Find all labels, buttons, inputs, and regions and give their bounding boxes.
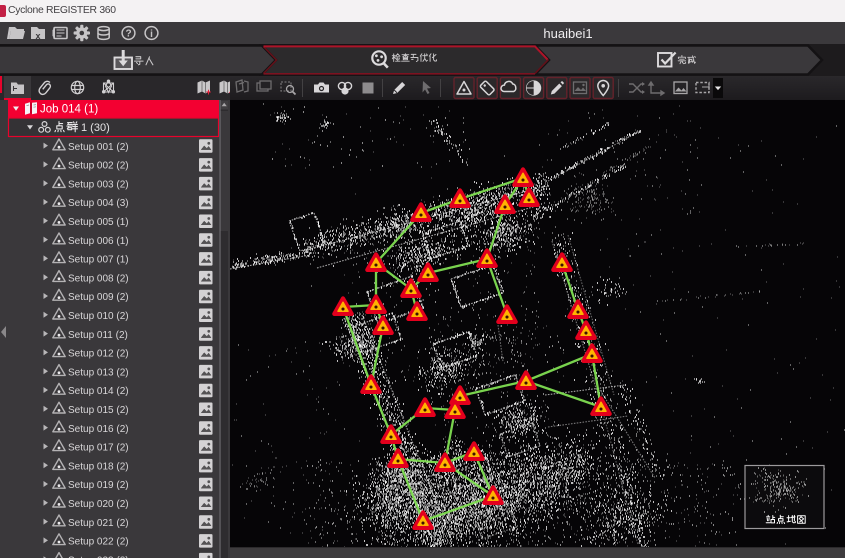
svg-text:Setup 004 (3): Setup 004 (3) bbox=[68, 198, 129, 209]
svg-text:Setup 010 (2): Setup 010 (2) bbox=[68, 311, 129, 322]
svg-text:Setup 020 (2): Setup 020 (2) bbox=[68, 499, 129, 510]
svg-text:Setup 015 (2): Setup 015 (2) bbox=[68, 405, 129, 416]
svg-text:+: + bbox=[206, 87, 211, 97]
svg-text:Setup 006 (1): Setup 006 (1) bbox=[68, 236, 129, 247]
svg-text:Setup 002 (2): Setup 002 (2) bbox=[68, 161, 129, 172]
svg-text:Setup 009 (2): Setup 009 (2) bbox=[68, 292, 129, 303]
svg-text:Setup 016 (2): Setup 016 (2) bbox=[68, 424, 129, 435]
svg-text:Setup 012 (2): Setup 012 (2) bbox=[68, 349, 129, 360]
svg-text:Setup 019 (2): Setup 019 (2) bbox=[68, 480, 129, 491]
svg-text:Setup 017 (2): Setup 017 (2) bbox=[68, 443, 129, 454]
svg-text:1 (30): 1 (30) bbox=[81, 122, 110, 134]
svg-text:Setup 003 (2): Setup 003 (2) bbox=[68, 179, 129, 190]
svg-text:Setup 001 (2): Setup 001 (2) bbox=[68, 142, 129, 153]
svg-text:Setup 022 (2): Setup 022 (2) bbox=[68, 537, 129, 548]
svg-text:Setup 008 (2): Setup 008 (2) bbox=[68, 273, 129, 284]
svg-text:Setup 014 (2): Setup 014 (2) bbox=[68, 386, 129, 397]
svg-text:Setup 007 (1): Setup 007 (1) bbox=[68, 255, 129, 266]
svg-text:Job 014 (1): Job 014 (1) bbox=[40, 103, 98, 115]
svg-text:Setup 011 (2): Setup 011 (2) bbox=[68, 330, 128, 341]
svg-text:Setup 021 (2): Setup 021 (2) bbox=[68, 518, 129, 529]
svg-text:Setup 013 (2): Setup 013 (2) bbox=[68, 367, 129, 378]
svg-text:Setup 018 (2): Setup 018 (2) bbox=[68, 461, 129, 472]
svg-text:Setup 005 (1): Setup 005 (1) bbox=[68, 217, 129, 228]
